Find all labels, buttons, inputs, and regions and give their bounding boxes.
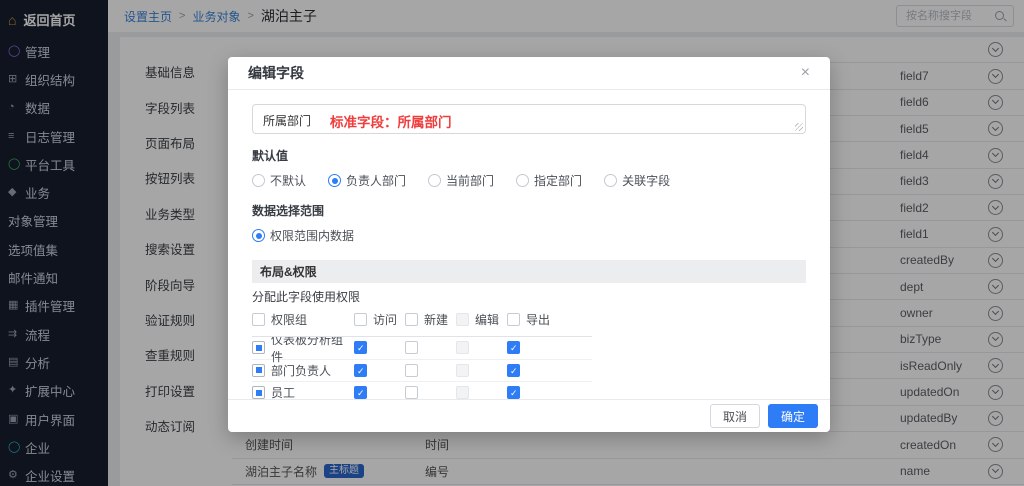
edit-field-modal: 编辑字段 × 所属部门 标准字段：所属部门 默认值 不默认 负责人部门 当前部门 (228, 57, 830, 432)
data-scope-options: 权限范围内数据 (252, 227, 806, 244)
permission-header-cell: 新建 (405, 311, 456, 328)
edit-cell (456, 386, 507, 399)
permission-column-label: 导出 (526, 311, 550, 328)
radio-option-label: 负责人部门 (346, 172, 406, 189)
create-cell (405, 386, 456, 399)
header-checkbox[interactable] (252, 313, 265, 326)
modal-title: 编辑字段 (248, 63, 304, 83)
row-select-checkbox[interactable] (252, 364, 265, 377)
radio-icon (328, 174, 341, 187)
permission-group-cell: 员工 (252, 384, 354, 399)
permission-header-cell: 导出 (507, 311, 558, 328)
access-cell (354, 364, 405, 377)
export-cell (507, 386, 558, 399)
default-value-options: 不默认 负责人部门 当前部门 指定部门 关联字段 (252, 172, 806, 189)
radio-option-label: 关联字段 (622, 172, 670, 189)
modal-body: 所属部门 标准字段：所属部门 默认值 不默认 负责人部门 当前部门 (228, 90, 830, 399)
access-cell (354, 341, 405, 354)
radio-icon (252, 229, 265, 242)
create-checkbox[interactable] (405, 364, 418, 377)
radio-icon (252, 174, 265, 187)
permission-header-cell: 权限组 (252, 311, 354, 328)
edit-checkbox[interactable] (456, 341, 469, 354)
header-checkbox[interactable] (507, 313, 520, 326)
permission-group-cell: 部门负责人 (252, 362, 354, 379)
permission-group-name: 员工 (271, 384, 295, 399)
radio-icon (516, 174, 529, 187)
default-value-label: 默认值 (252, 147, 806, 164)
radio-option-label: 指定部门 (534, 172, 582, 189)
create-cell (405, 341, 456, 354)
edit-cell (456, 364, 507, 377)
layout-permission-section-header: 布局&权限 (252, 260, 806, 283)
app-window: ⌂ 返回首页 ◯ 管理 ⊞ 组织结构 ◔ 数据 ≡ 日志管理 (0, 0, 1024, 486)
annotation-text: 标准字段：所属部门 (330, 111, 452, 131)
radio-icon (428, 174, 441, 187)
radio-icon (604, 174, 617, 187)
row-select-checkbox[interactable] (252, 341, 265, 354)
permission-group-name: 部门负责人 (271, 362, 331, 379)
confirm-button[interactable]: 确定 (768, 404, 818, 428)
permission-table-body: 仪表板分析组件 (252, 337, 592, 399)
edit-checkbox[interactable] (456, 386, 469, 399)
radio-option-label: 当前部门 (446, 172, 494, 189)
edit-cell (456, 341, 507, 354)
permission-column-label: 权限组 (271, 311, 307, 328)
radio-option[interactable]: 负责人部门 (328, 172, 406, 189)
permission-group-cell: 仪表板分析组件 (252, 337, 354, 365)
data-scope-label: 数据选择范围 (252, 202, 806, 219)
modal-header: 编辑字段 × (228, 57, 830, 90)
permission-row: 仪表板分析组件 (252, 337, 592, 360)
permission-header-cell: 编辑 (456, 311, 507, 328)
export-checkbox[interactable] (507, 386, 520, 399)
radio-option[interactable]: 关联字段 (604, 172, 670, 189)
radio-option[interactable]: 权限范围内数据 (252, 227, 354, 244)
edit-checkbox[interactable] (456, 364, 469, 377)
modal-footer: 取消 确定 (228, 399, 830, 432)
export-checkbox[interactable] (507, 341, 520, 354)
create-cell (405, 364, 456, 377)
header-checkbox[interactable] (456, 313, 469, 326)
create-checkbox[interactable] (405, 386, 418, 399)
header-checkbox[interactable] (354, 313, 367, 326)
radio-option[interactable]: 不默认 (252, 172, 306, 189)
permission-header-cell: 访问 (354, 311, 405, 328)
access-cell (354, 386, 405, 399)
access-checkbox[interactable] (354, 341, 367, 354)
export-checkbox[interactable] (507, 364, 520, 377)
radio-option[interactable]: 当前部门 (428, 172, 494, 189)
permission-table-header: 权限组 访问 新建 编辑 导出 (252, 311, 592, 337)
permission-column-label: 新建 (424, 311, 448, 328)
export-cell (507, 341, 558, 354)
permission-column-label: 访问 (373, 311, 397, 328)
header-checkbox[interactable] (405, 313, 418, 326)
radio-option-label: 不默认 (270, 172, 306, 189)
permission-row: 员工 (252, 382, 592, 399)
access-checkbox[interactable] (354, 364, 367, 377)
row-select-checkbox[interactable] (252, 386, 265, 399)
permission-assign-title: 分配此字段使用权限 (252, 288, 806, 305)
create-checkbox[interactable] (405, 341, 418, 354)
permission-group-name: 仪表板分析组件 (271, 337, 354, 365)
close-icon[interactable]: × (801, 65, 810, 81)
permission-column-label: 编辑 (475, 311, 499, 328)
access-checkbox[interactable] (354, 386, 367, 399)
permission-row: 部门负责人 (252, 360, 592, 383)
export-cell (507, 364, 558, 377)
cancel-button[interactable]: 取消 (710, 404, 760, 428)
radio-option-label: 权限范围内数据 (270, 227, 354, 244)
radio-option[interactable]: 指定部门 (516, 172, 582, 189)
